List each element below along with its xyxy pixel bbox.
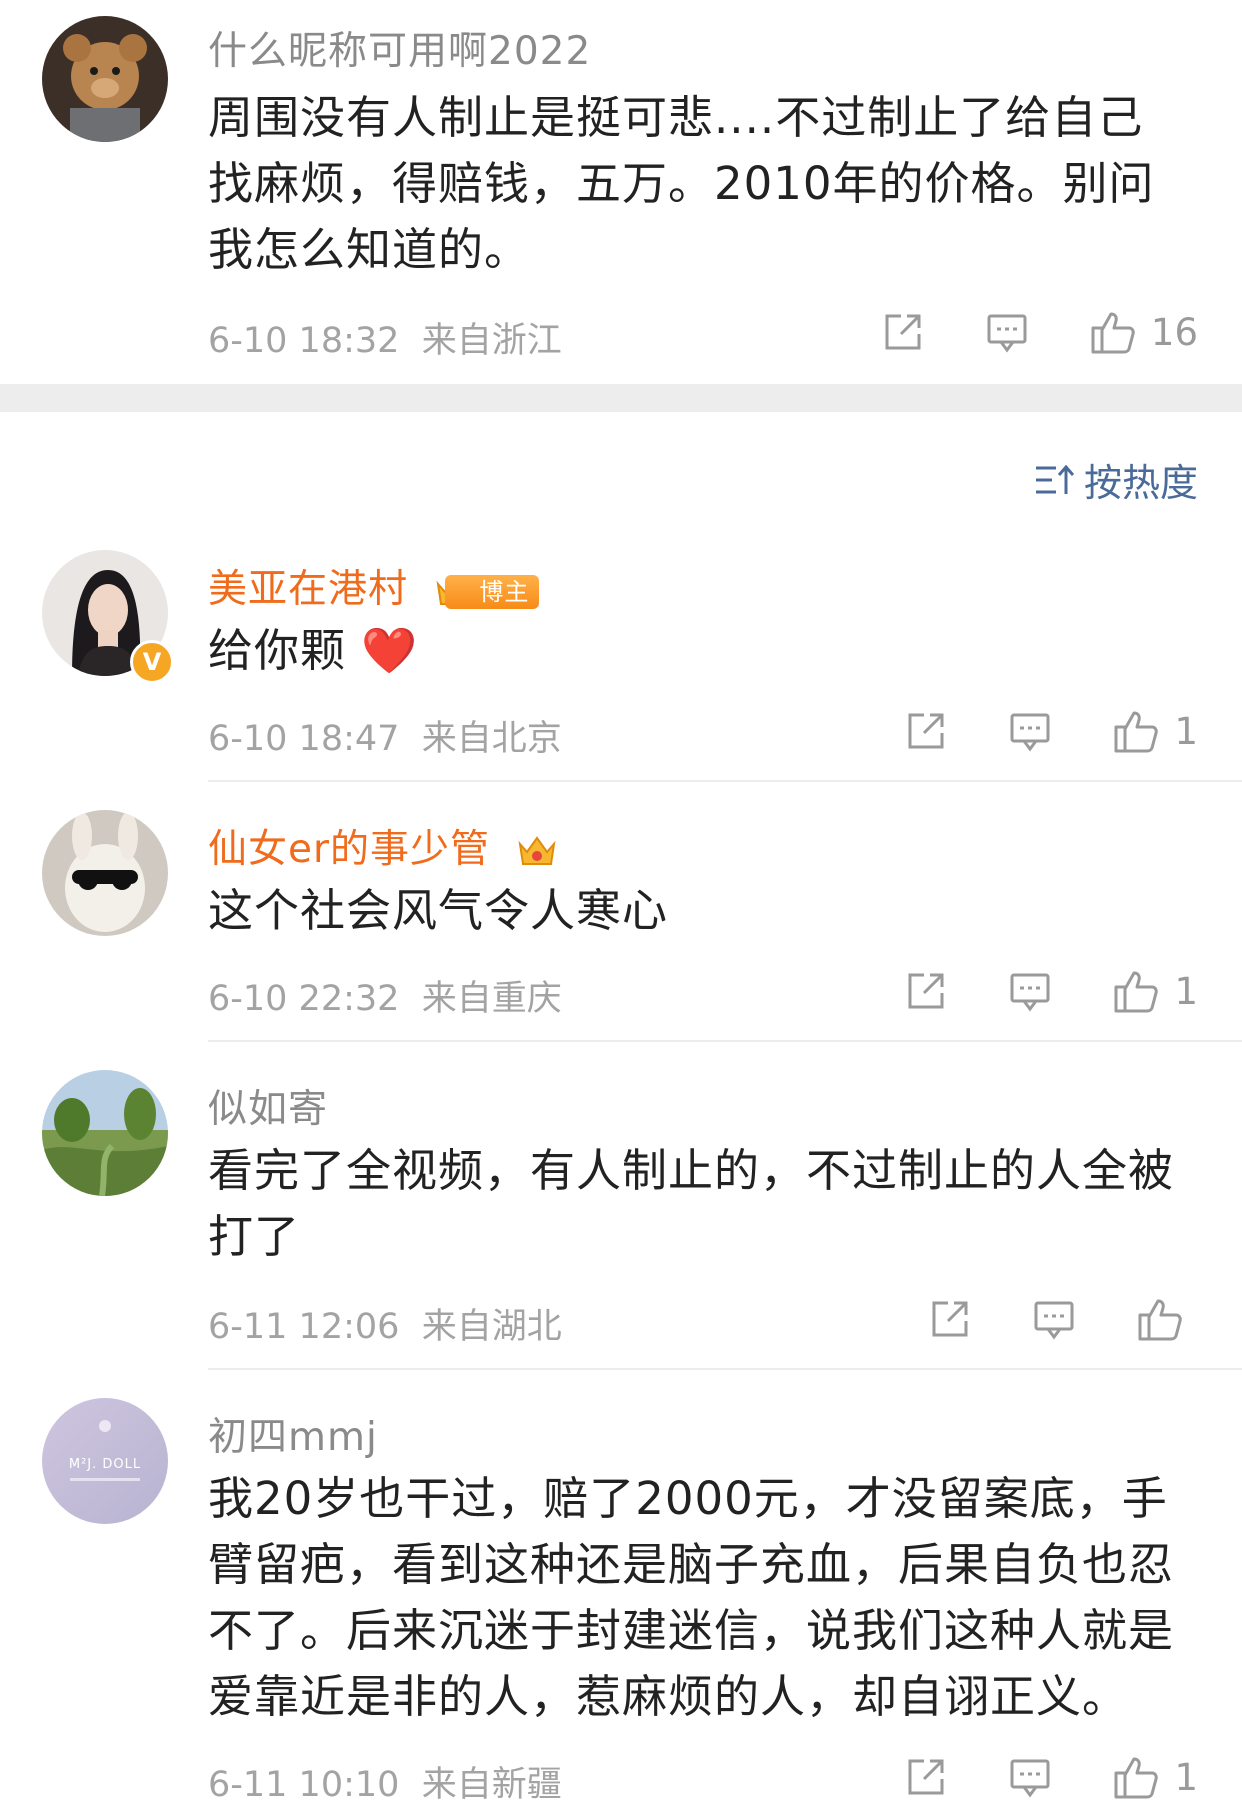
username[interactable]: 美亚在港村 博主 (208, 558, 540, 614)
share-icon (885, 314, 921, 350)
comment-time: 6-10 18:47 (208, 719, 400, 759)
comment-text: 我20岁也干过，赔了2000元，才没留案底，手臂留疤，看到这种还是脑子充血，后果… (208, 1472, 1175, 1723)
thumbs-up-icon (1114, 1757, 1159, 1799)
sort-label: 按热度 (1083, 461, 1198, 505)
comment-meta: 6-11 12:06 来自湖北 (208, 1298, 562, 1349)
like-button[interactable]: 1 (1112, 1753, 1198, 1801)
share-icon (908, 973, 944, 1009)
username-text: 美亚在港村 (208, 567, 409, 612)
thumbs-up-icon (1091, 312, 1135, 354)
share-button[interactable] (881, 310, 925, 354)
comment-actions: 1 (844, 1752, 1198, 1802)
like-count: 1 (1174, 969, 1198, 1013)
crown-icon: 博主 (435, 574, 540, 610)
comment-actions: 16 (821, 307, 1198, 357)
comment-location: 来自新疆 (421, 1765, 562, 1805)
reply-button[interactable] (1008, 969, 1052, 1013)
comment-time: 6-11 12:06 (208, 1307, 400, 1347)
comment-location: 来自浙江 (421, 321, 562, 361)
avatar-logo-text: M²J. DOLL (69, 1457, 141, 1472)
avatar[interactable] (42, 810, 168, 936)
reply-button[interactable] (1008, 1755, 1052, 1799)
reply-button[interactable] (1032, 1297, 1076, 1341)
comment-text: 看完了全视频，有人制止的，不过制止的人全被打了 (208, 1144, 1175, 1263)
comment-icon (1010, 1759, 1050, 1798)
comment-location: 来自重庆 (421, 979, 562, 1019)
comment-time: 6-10 18:32 (208, 321, 400, 361)
comment-icon (987, 314, 1027, 353)
avatar[interactable] (42, 16, 168, 142)
like-count: 16 (1150, 310, 1198, 354)
username[interactable]: 似如寄 (208, 1078, 328, 1134)
share-button[interactable] (904, 1755, 948, 1799)
username[interactable]: 初四mmj (208, 1406, 378, 1462)
comment-location: 来自湖北 (421, 1307, 562, 1347)
comment-divider (208, 1368, 1242, 1370)
sort-icon (1035, 464, 1074, 494)
username[interactable]: 仙女er的事少管 (208, 818, 557, 874)
crown-icon (517, 834, 557, 870)
share-icon (932, 1301, 968, 1337)
comment-divider (208, 780, 1242, 782)
like-button[interactable]: 1 (1112, 967, 1198, 1015)
comment-location: 来自北京 (421, 719, 562, 759)
sort-toggle[interactable]: 按热度 (1034, 452, 1198, 507)
share-button[interactable] (928, 1297, 972, 1341)
like-count: 1 (1174, 1755, 1198, 1799)
thumbs-up-icon (1114, 971, 1159, 1013)
thumbs-up-icon (1138, 1299, 1182, 1341)
comment-text: 给你颗 ❤️ (208, 618, 1188, 684)
username[interactable]: 什么昵称可用啊2022 (208, 20, 591, 76)
comment-actions: 1 (844, 706, 1198, 756)
like-count: 1 (1174, 709, 1198, 753)
avatar[interactable] (42, 1070, 168, 1196)
comment-meta: 6-10 18:32 来自浙江 (208, 312, 562, 363)
reply-button[interactable] (985, 310, 1029, 354)
like-button[interactable] (1136, 1295, 1198, 1343)
verified-badge: V (130, 640, 174, 684)
comment-actions: 1 (844, 966, 1198, 1016)
comment-divider (208, 1040, 1242, 1042)
comment-text-content: 给你颗 ❤️ (208, 624, 419, 677)
thumbs-up-icon (1114, 711, 1159, 753)
reply-button[interactable] (1008, 709, 1052, 753)
share-button[interactable] (904, 709, 948, 753)
comment-meta: 6-10 18:47 来自北京 (208, 710, 562, 761)
comment-icon (1010, 973, 1050, 1012)
comment-icon (1034, 1301, 1074, 1340)
comment-time: 6-10 22:32 (208, 979, 400, 1019)
avatar[interactable]: M²J. DOLL (42, 1398, 168, 1524)
comment-meta: 6-10 22:32 来自重庆 (208, 970, 562, 1021)
comment-actions (868, 1294, 1198, 1344)
like-button[interactable]: 1 (1112, 707, 1198, 755)
comment-text: 这个社会风气令人寒心 (208, 884, 669, 937)
blogger-badge: 博主 (445, 574, 540, 609)
section-divider (0, 384, 1242, 412)
username-text: 仙女er的事少管 (208, 827, 491, 872)
comment-text: 周围没有人制止是挺可悲....不过制止了给自己找麻烦，得赔钱，五万。2010年的… (208, 91, 1155, 276)
like-button[interactable]: 16 (1089, 308, 1198, 356)
comment-meta: 6-11 10:10 来自新疆 (208, 1756, 562, 1807)
share-icon (908, 713, 944, 749)
comment-icon (1010, 713, 1050, 752)
share-icon (908, 1759, 944, 1795)
comment-time: 6-11 10:10 (208, 1765, 400, 1805)
share-button[interactable] (904, 969, 948, 1013)
